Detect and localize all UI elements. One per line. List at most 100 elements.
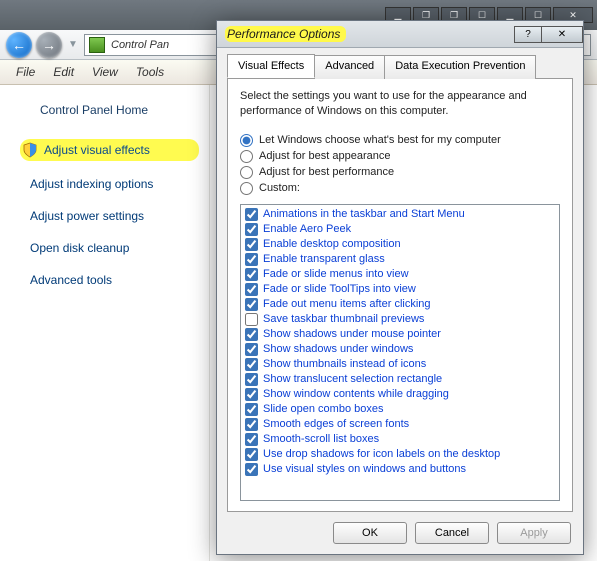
radio-adjust-for-best-appearance[interactable]: Adjust for best appearance (240, 150, 560, 163)
sidebar-link-adjust-visual-effects[interactable]: Adjust visual effects (20, 139, 199, 161)
sidebar-link-adjust-power-settings[interactable]: Adjust power settings (20, 207, 199, 225)
dialog-body: Visual EffectsAdvancedData Execution Pre… (217, 48, 583, 554)
effect-label: Use drop shadows for icon labels on the … (263, 448, 500, 460)
tab-panel-visual-effects: Select the settings you want to use for … (227, 78, 573, 512)
tabstrip: Visual EffectsAdvancedData Execution Pre… (227, 54, 573, 78)
effect-checkbox[interactable] (245, 343, 258, 356)
shield-icon (22, 142, 38, 158)
radio-input[interactable] (240, 134, 253, 147)
tab-visual-effects[interactable]: Visual Effects (227, 54, 315, 78)
tab-advanced[interactable]: Advanced (314, 55, 385, 79)
effect-label: Smooth edges of screen fonts (263, 418, 409, 430)
cp-home-link[interactable]: Control Panel Home (40, 103, 199, 117)
effect-item[interactable]: Show translucent selection rectangle (243, 372, 557, 387)
effect-item[interactable]: Fade or slide menus into view (243, 267, 557, 282)
dlg-help-button[interactable]: ? (514, 26, 542, 43)
sidebar-link-label: Adjust visual effects (44, 143, 150, 157)
effect-checkbox[interactable] (245, 328, 258, 341)
effect-label: Enable Aero Peek (263, 223, 351, 235)
effect-checkbox[interactable] (245, 268, 258, 281)
menu-edit[interactable]: Edit (47, 63, 80, 81)
effect-item[interactable]: Smooth-scroll list boxes (243, 432, 557, 447)
menu-tools[interactable]: Tools (130, 63, 170, 81)
effect-item[interactable]: Enable transparent glass (243, 252, 557, 267)
dialog-titlebar[interactable]: Performance Options ? ✕ (217, 21, 583, 48)
effect-checkbox[interactable] (245, 313, 258, 326)
effect-label: Fade out menu items after clicking (263, 298, 431, 310)
effect-label: Show translucent selection rectangle (263, 373, 442, 385)
effect-item[interactable]: Show shadows under mouse pointer (243, 327, 557, 342)
effect-item[interactable]: Use drop shadows for icon labels on the … (243, 447, 557, 462)
effect-item[interactable]: Show shadows under windows (243, 342, 557, 357)
effect-label: Use visual styles on windows and buttons (263, 463, 466, 475)
back-button[interactable]: ← (6, 32, 32, 58)
effect-checkbox[interactable] (245, 463, 258, 476)
control-panel-icon (89, 37, 105, 53)
effect-item[interactable]: Show thumbnails instead of icons (243, 357, 557, 372)
effect-checkbox[interactable] (245, 223, 258, 236)
effect-checkbox[interactable] (245, 358, 258, 371)
nav-history-button[interactable]: ▼ (66, 32, 80, 58)
radio-input[interactable] (240, 150, 253, 163)
effect-label: Enable desktop composition (263, 238, 401, 250)
effect-item[interactable]: Save taskbar thumbnail previews (243, 312, 557, 327)
radio-input[interactable] (240, 166, 253, 179)
description-text: Select the settings you want to use for … (240, 89, 560, 119)
effect-checkbox[interactable] (245, 418, 258, 431)
effect-checkbox[interactable] (245, 253, 258, 266)
effects-listbox[interactable]: Animations in the taskbar and Start Menu… (240, 204, 560, 501)
performance-options-dialog: Performance Options ? ✕ Visual EffectsAd… (216, 20, 584, 555)
effect-checkbox[interactable] (245, 283, 258, 296)
sidebar-link-adjust-indexing-options[interactable]: Adjust indexing options (20, 175, 199, 193)
effect-item[interactable]: Enable Aero Peek (243, 222, 557, 237)
radio-label: Let Windows choose what's best for my co… (259, 134, 501, 146)
effect-label: Show window contents while dragging (263, 388, 449, 400)
sidebar-link-label: Open disk cleanup (30, 241, 129, 255)
effect-item[interactable]: Fade or slide ToolTips into view (243, 282, 557, 297)
radio-label: Adjust for best appearance (259, 150, 390, 162)
effect-label: Fade or slide ToolTips into view (263, 283, 416, 295)
effect-checkbox[interactable] (245, 403, 258, 416)
effect-label: Save taskbar thumbnail previews (263, 313, 424, 325)
effect-item[interactable]: Enable desktop composition (243, 237, 557, 252)
effect-label: Smooth-scroll list boxes (263, 433, 379, 445)
effect-checkbox[interactable] (245, 388, 258, 401)
menu-file[interactable]: File (10, 63, 41, 81)
sidebar-link-label: Adjust indexing options (30, 177, 153, 191)
effect-checkbox[interactable] (245, 433, 258, 446)
radio-custom[interactable]: Custom: (240, 182, 560, 195)
effect-checkbox[interactable] (245, 373, 258, 386)
arrow-left-icon: ← (12, 37, 26, 53)
menu-view[interactable]: View (86, 63, 124, 81)
effect-item[interactable]: Show window contents while dragging (243, 387, 557, 402)
sidebar-link-advanced-tools[interactable]: Advanced tools (20, 271, 199, 289)
radio-label: Adjust for best performance (259, 166, 394, 178)
radio-let-windows-choose-what-s-best-for-my-computer[interactable]: Let Windows choose what's best for my co… (240, 134, 560, 147)
effect-label: Slide open combo boxes (263, 403, 383, 415)
radio-input[interactable] (240, 182, 253, 195)
effect-item[interactable]: Fade out menu items after clicking (243, 297, 557, 312)
effect-label: Fade or slide menus into view (263, 268, 409, 280)
cp-sidebar: Control Panel Home Adjust visual effects… (0, 85, 210, 561)
apply-button[interactable]: Apply (497, 522, 571, 544)
dlg-close-button[interactable]: ✕ (541, 26, 583, 43)
radio-adjust-for-best-performance[interactable]: Adjust for best performance (240, 166, 560, 179)
effect-label: Show thumbnails instead of icons (263, 358, 426, 370)
effect-checkbox[interactable] (245, 208, 258, 221)
forward-button[interactable]: → (36, 32, 62, 58)
effect-item[interactable]: Slide open combo boxes (243, 402, 557, 417)
arrow-right-icon: → (42, 37, 56, 53)
tab-data-execution-prevention[interactable]: Data Execution Prevention (384, 55, 536, 79)
effect-label: Enable transparent glass (263, 253, 385, 265)
effect-item[interactable]: Animations in the taskbar and Start Menu (243, 207, 557, 222)
sidebar-link-open-disk-cleanup[interactable]: Open disk cleanup (20, 239, 199, 257)
effect-label: Show shadows under windows (263, 343, 413, 355)
cancel-button[interactable]: Cancel (415, 522, 489, 544)
effect-checkbox[interactable] (245, 298, 258, 311)
effect-item[interactable]: Use visual styles on windows and buttons (243, 462, 557, 477)
effect-item[interactable]: Smooth edges of screen fonts (243, 417, 557, 432)
radio-label: Custom: (259, 182, 300, 194)
ok-button[interactable]: OK (333, 522, 407, 544)
effect-checkbox[interactable] (245, 448, 258, 461)
effect-checkbox[interactable] (245, 238, 258, 251)
